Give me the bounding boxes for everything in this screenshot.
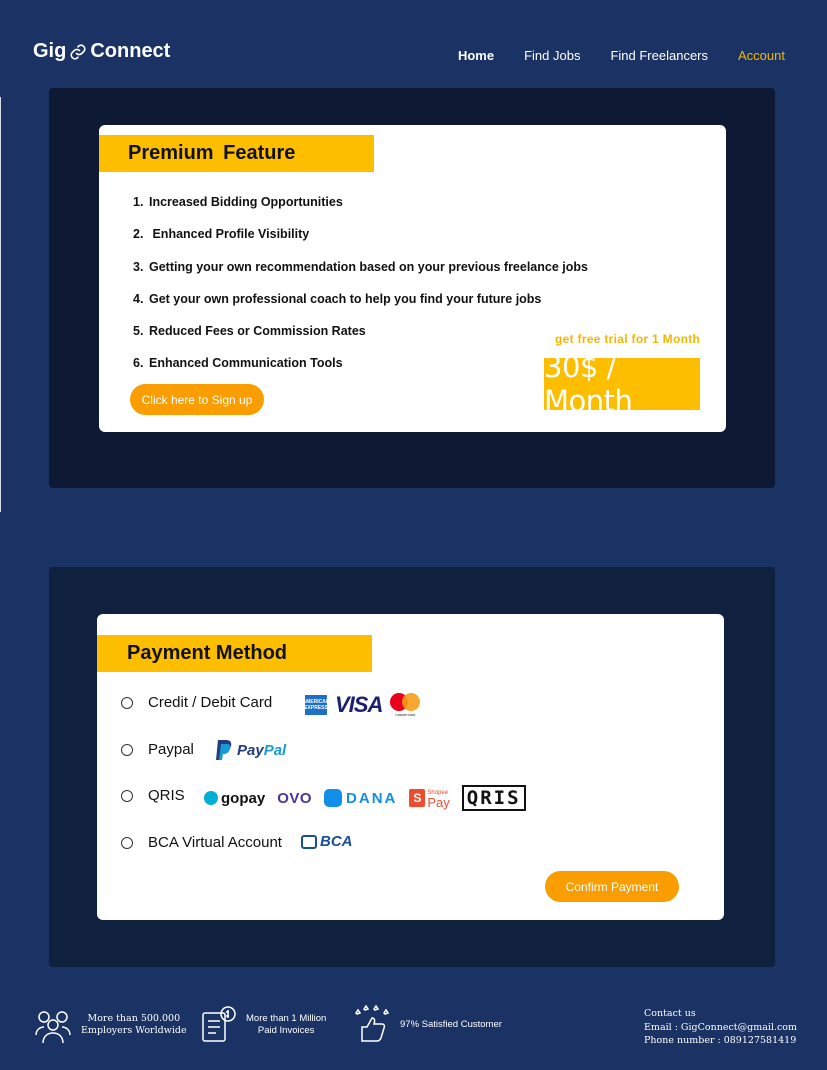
payment-option-label: Paypal — [148, 741, 194, 758]
bca-logo: BCA — [301, 833, 353, 850]
qris-logos: gopay OVO DANA S Shopee Pay QRIS — [204, 785, 526, 811]
radio-paypal[interactable] — [121, 743, 133, 756]
visa-logo: VISA — [335, 692, 383, 717]
radio-bca[interactable] — [121, 836, 133, 849]
radio-qris[interactable] — [121, 789, 133, 802]
contact-phone[interactable]: Phone number : 089127581419 — [644, 1034, 797, 1048]
signup-button[interactable]: Click here to Sign up — [130, 384, 264, 415]
users-icon — [35, 1011, 71, 1044]
dana-logo: DANA — [324, 789, 397, 807]
ovo-logo: OVO — [277, 789, 313, 807]
payment-option-qris[interactable]: QRIS — [121, 787, 185, 804]
payment-option-label: BCA Virtual Account — [148, 834, 282, 851]
bca-emblem-icon — [301, 834, 317, 849]
payment-option-card[interactable]: Credit / Debit Card — [121, 694, 272, 711]
logo-text-right: Connect — [90, 40, 171, 62]
payment-option-label: Credit / Debit Card — [148, 694, 273, 711]
feature-item: 4. Get your own professional coach to hel… — [133, 291, 542, 306]
card-logos: AMERICAN EXPRESS VISA mastercard — [303, 692, 421, 718]
price-box: 30$ / Month — [544, 350, 700, 418]
payment-title: Payment Method — [97, 635, 372, 672]
feature-item: 1. Increased Bidding Opportunities — [133, 195, 343, 209]
premium-title: Premium Feature — [99, 135, 374, 172]
paypal-logo: Pay Pal — [215, 739, 286, 761]
payment-card: Payment Method Credit / Debit Card AMERI… — [97, 614, 724, 920]
qris-logo: QRIS — [461, 785, 526, 811]
premium-card: Premium Feature 1. Increased Bidding Oppo… — [99, 125, 726, 432]
feature-item: 5. Reduced Fees or Commission Rates — [133, 324, 366, 339]
payment-option-paypal[interactable]: Paypal — [121, 741, 194, 758]
gopay-logo: gopay — [204, 790, 265, 807]
contact-email[interactable]: Email : GigConnect@gmail.com — [644, 1021, 797, 1035]
nav-home[interactable]: Home — [458, 48, 494, 63]
feature-item: 3. Getting your own recommendation based … — [133, 259, 588, 274]
link-icon — [70, 43, 86, 60]
nav-find-jobs[interactable]: Find Jobs — [524, 48, 580, 63]
shopeepay-logo: S Shopee Pay — [409, 788, 450, 809]
footer-stat-employers: More than 500.000 Employers Worldwide — [33, 1005, 187, 1045]
footer-stat-satisfied: 97% Satisfied Customer — [352, 1005, 502, 1045]
logo-text-left: Gig — [33, 40, 67, 62]
thumbs-up-stars-icon — [355, 1005, 390, 1042]
main-nav: Home Find Jobs Find Freelancers Account — [458, 48, 785, 63]
feature-item: 2. Enhanced Profile Visibility — [133, 227, 310, 242]
contact-info: Contact us Email : GigConnect@gmail.com … — [644, 1007, 797, 1048]
payment-option-label: QRIS — [148, 787, 185, 804]
nav-find-freelancers[interactable]: Find Freelancers — [610, 48, 708, 63]
confirm-payment-button[interactable]: Confirm Payment — [545, 871, 679, 902]
mastercard-logo: mastercard — [390, 693, 421, 717]
contact-title: Contact us — [644, 1008, 696, 1019]
left-divider — [0, 97, 1, 512]
amex-logo: AMERICAN EXPRESS — [303, 695, 329, 715]
footer-stat-invoices: More than 1 Million Paid Invoices — [198, 1005, 326, 1045]
logo[interactable]: Gig Connect — [33, 40, 170, 63]
radio-credit-card[interactable] — [121, 696, 133, 709]
payment-option-bca[interactable]: BCA Virtual Account — [121, 834, 282, 851]
free-trial-text: get free trial for 1 Month — [555, 332, 701, 346]
invoice-icon — [202, 1006, 236, 1042]
paypal-p-icon — [216, 740, 232, 760]
nav-account[interactable]: Account — [738, 48, 785, 63]
feature-list: 1. Increased Bidding Opportunities 2. Enh… — [133, 195, 588, 389]
